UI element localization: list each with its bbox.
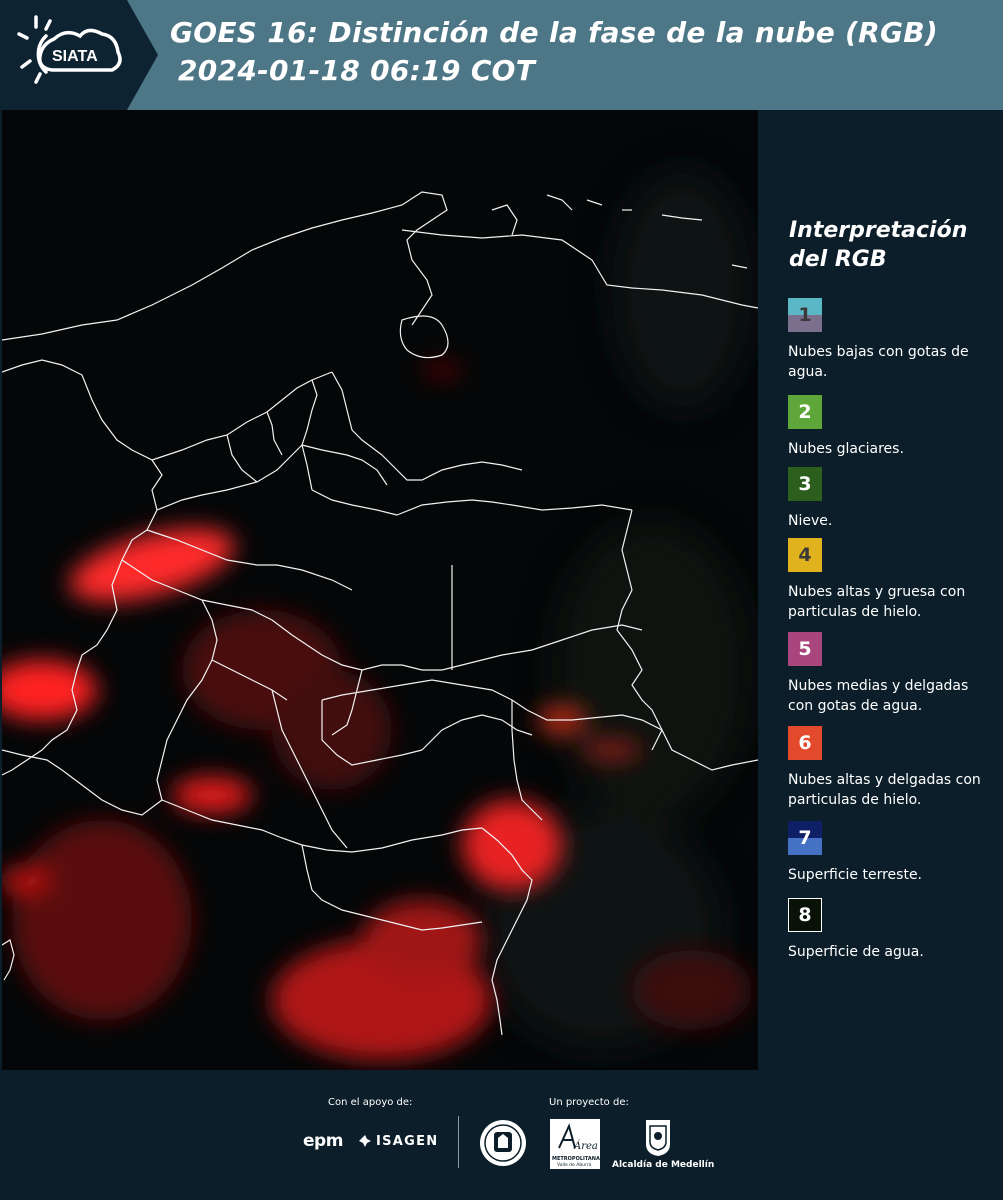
epm-logo[interactable]: epm <box>303 1131 343 1151</box>
footer: Con el apoyo de: Un proyecto de: epm ISA… <box>0 1070 1003 1200</box>
legend-item-6: 6 Nubes altas y delgadas con particulas d… <box>788 726 993 810</box>
legend-item-1: 1 Nubes bajas con gotas de agua. <box>788 298 993 382</box>
legend-label: Nubes bajas con gotas de agua. <box>788 344 969 380</box>
isagen-logo[interactable]: ISAGEN <box>376 1134 439 1149</box>
legend-number: 2 <box>798 401 812 423</box>
page-title: GOES 16: Distinción de la fase de la nub… <box>170 14 938 90</box>
legend-swatch: 6 <box>788 726 822 760</box>
legend-label: Nieve. <box>788 513 833 529</box>
project-label: Un proyecto de: <box>549 1097 629 1108</box>
satellite-map[interactable] <box>2 110 758 1070</box>
legend-swatch: 7 <box>788 821 822 855</box>
legend-item-7: 7 Superficie terreste. <box>788 821 993 885</box>
legend-label: Nubes medias y delgadas con gotas de agu… <box>788 678 969 714</box>
legend-item-2: 2 Nubes glaciares. <box>788 395 993 459</box>
legend-label: Superficie terreste. <box>788 867 923 883</box>
support-label: Con el apoyo de: <box>328 1097 413 1108</box>
legend-item-4: 4 Nubes altas y gruesa con particulas de … <box>788 538 993 622</box>
legend-title: Interpretación del RGB <box>789 216 989 274</box>
legend-swatch: 2 <box>788 395 822 429</box>
alcaldia-shield-icon <box>646 1120 670 1156</box>
satellite-image <box>2 110 758 1070</box>
footer-separator <box>458 1116 459 1168</box>
title-line-2: 2024-01-18 06:19 COT <box>178 54 536 87</box>
legend-number: 5 <box>798 638 812 660</box>
legend-number: 7 <box>798 827 812 849</box>
area-logo-sub2: Valle de Aburrá <box>557 1161 592 1168</box>
header-bar: SIATA GOES 16: Distinción de la fase de … <box>0 0 1003 110</box>
legend-item-3: 3 Nieve. <box>788 467 993 531</box>
legend-item-5: 5 Nubes medias y delgadas con gotas de ag… <box>788 632 993 716</box>
legend-number: 8 <box>798 904 812 926</box>
siata-sun-cloud-icon: SIATA <box>17 15 122 84</box>
legend-swatch: 3 <box>788 467 822 501</box>
legend-swatch: 8 <box>788 898 822 932</box>
legend-number: 6 <box>798 732 812 754</box>
legend-label: Nubes altas y delgadas con particulas de… <box>788 772 981 808</box>
legend-label: Nubes glaciares. <box>788 441 904 457</box>
title-line-1: GOES 16: Distinción de la fase de la nub… <box>170 16 939 49</box>
area-logo-text: Área <box>573 1140 598 1152</box>
siata-logo-text: SIATA <box>52 48 98 65</box>
area-metropolitana-logo[interactable]: Área METROPOLITANA Valle de Aburrá <box>549 1118 601 1170</box>
area-logo-sub1: METROPOLITANA <box>552 1156 600 1162</box>
legend-number: 3 <box>798 473 812 495</box>
legend-panel: Interpretación del RGB 1 Nubes bajas con … <box>760 110 1003 1070</box>
legend-number: 1 <box>798 304 812 326</box>
legend-label: Superficie de agua. <box>788 944 924 960</box>
university-seal-icon[interactable] <box>478 1118 528 1168</box>
alcaldia-label[interactable]: Alcaldía de Medellín <box>612 1160 714 1170</box>
legend-title-line-1: Interpretación <box>789 218 968 243</box>
legend-item-8: 8 Superficie de agua. <box>788 898 993 962</box>
legend-title-line-2: del RGB <box>789 247 887 272</box>
legend-label: Nubes altas y gruesa con particulas de h… <box>788 584 966 620</box>
legend-swatch: 5 <box>788 632 822 666</box>
legend-swatch: 4 <box>788 538 822 572</box>
siata-logo: SIATA <box>0 0 158 110</box>
legend-swatch: 1 <box>788 298 822 332</box>
isagen-mark-icon <box>359 1135 371 1147</box>
legend-number: 4 <box>798 544 812 566</box>
